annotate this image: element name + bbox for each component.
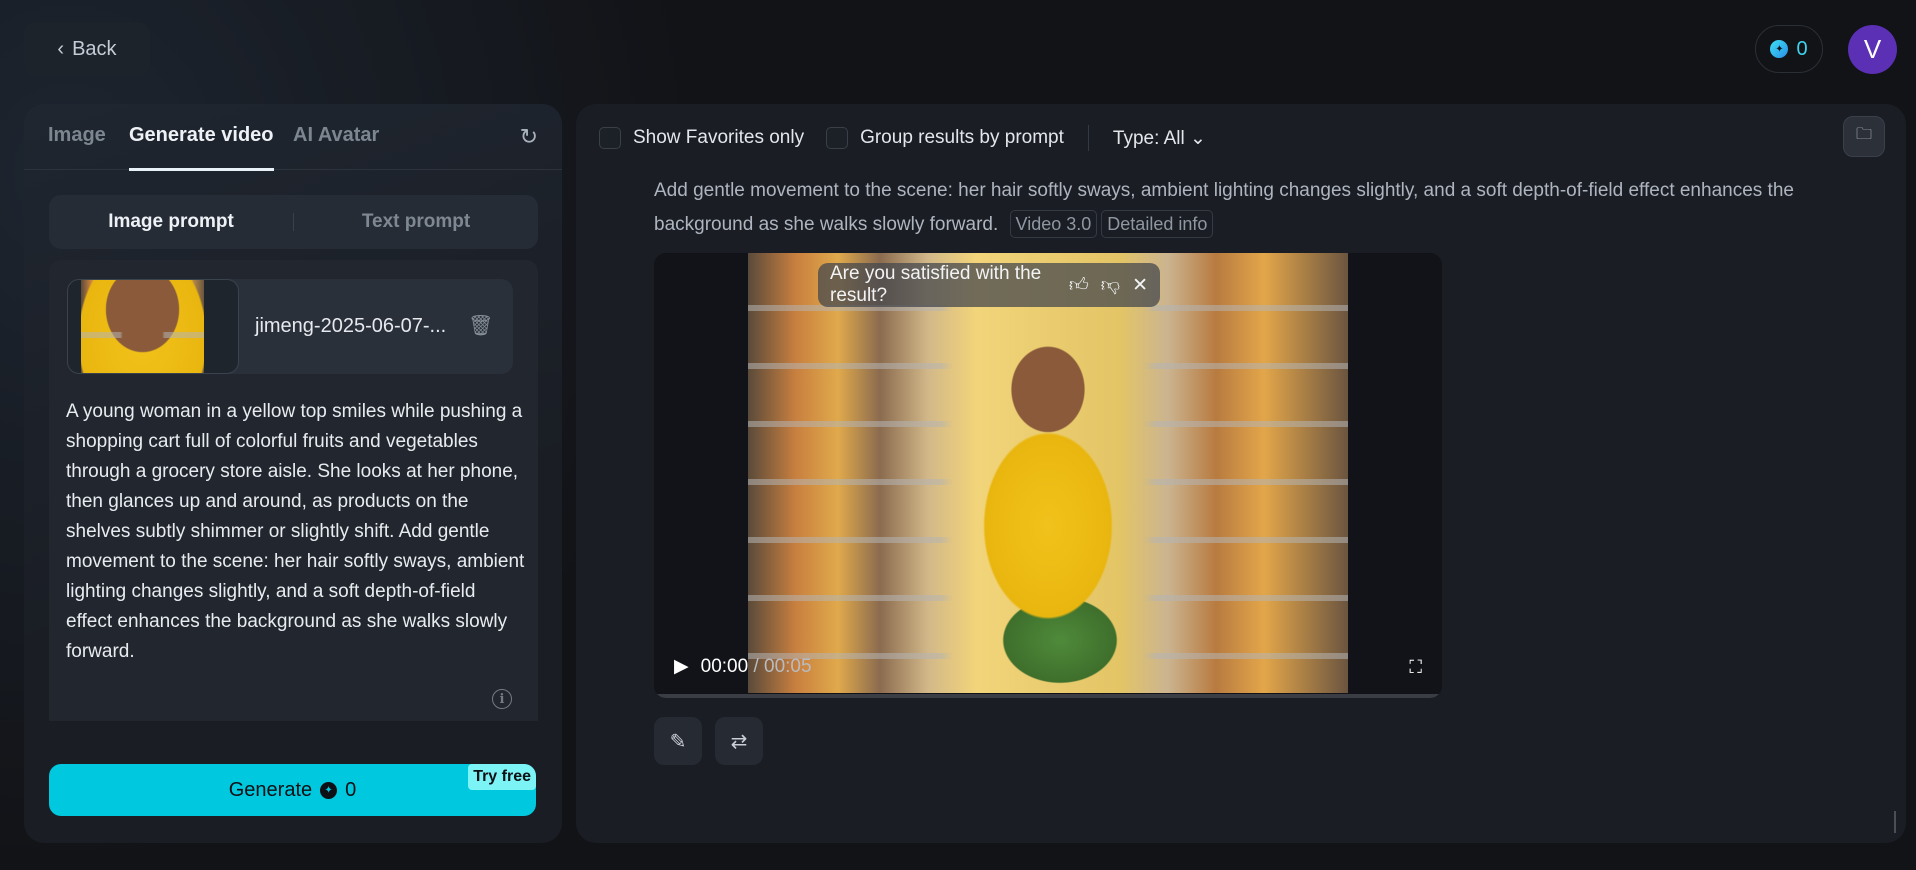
tab-generate-video[interactable]: Generate video [129, 124, 274, 171]
scrollbar[interactable] [1894, 811, 1896, 833]
prompt-mode-toggle: Image prompt Text prompt [49, 195, 538, 249]
prompt-textarea[interactable]: A young woman in a yellow top smiles whi… [66, 397, 526, 667]
file-name: jimeng-2025-06-07-... [255, 315, 447, 337]
info-icon[interactable]: i [492, 689, 512, 709]
video-player[interactable]: Are you satisfied with the result? 👍︎ 👎︎… [654, 253, 1442, 698]
trash-icon[interactable]: 🗑 [468, 313, 493, 338]
filter-bar: Show Favorites only Group results by pro… [599, 125, 1206, 151]
regenerate-button[interactable]: ⇄ [715, 717, 763, 765]
thumbs-down-icon[interactable]: 👎︎ [1101, 274, 1120, 297]
detailed-info-button[interactable]: Detailed info [1101, 210, 1214, 238]
close-icon[interactable]: ✕ [1132, 274, 1148, 297]
chevron-left-icon: ‹ [57, 37, 65, 60]
chevron-down-icon: ⌄ [1190, 127, 1206, 149]
progress-bar[interactable] [654, 694, 1442, 698]
show-favorites-checkbox[interactable] [599, 127, 621, 149]
repeat-icon: ⇄ [730, 730, 748, 753]
back-button[interactable]: ‹ Back [24, 22, 150, 76]
credit-icon: ✦ [1770, 40, 1789, 58]
current-time: 00:00 [700, 655, 749, 677]
group-results-label[interactable]: Group results by prompt [860, 127, 1064, 149]
video-controls: ▶ 00:00 / 00:05 [674, 655, 812, 678]
generation-panel: Image Generate video AI Avatar ↻ Image p… [24, 104, 562, 843]
tab-image[interactable]: Image [48, 124, 106, 147]
folder-button[interactable]: 🗀 [1843, 116, 1885, 157]
credits-badge[interactable]: ✦ 0 [1755, 25, 1823, 73]
uploaded-image: jimeng-2025-06-07-... 🗑 [67, 279, 513, 374]
image-prompt-option[interactable]: Image prompt [49, 211, 293, 233]
video-frame [748, 253, 1348, 693]
try-free-badge: Try free [468, 764, 536, 790]
results-panel: Show Favorites only Group results by pro… [576, 104, 1906, 843]
reset-icon[interactable]: ↻ [520, 124, 538, 150]
play-icon[interactable]: ▶ [674, 655, 689, 678]
model-tag: Video 3.0 [1009, 210, 1098, 238]
text-prompt-option[interactable]: Text prompt [294, 211, 538, 233]
total-time: / 00:05 [753, 655, 812, 677]
generate-button[interactable]: Generate ✦ 0 Try free [49, 764, 536, 816]
mode-tabs: Image Generate video AI Avatar ↻ [24, 104, 562, 171]
edit-button[interactable]: ✎ [654, 717, 702, 765]
thumbs-up-icon[interactable]: 👍︎ [1069, 274, 1089, 297]
result-prompt: Add gentle movement to the scene: her ha… [654, 174, 1834, 242]
avatar[interactable]: V [1848, 25, 1897, 74]
satisfaction-survey: Are you satisfied with the result? 👍︎ 👎︎… [818, 263, 1160, 307]
folder-icon: 🗀 [1855, 126, 1872, 143]
divider [1087, 125, 1089, 151]
image-thumbnail[interactable] [67, 279, 239, 374]
pencil-icon: ✎ [669, 730, 687, 753]
tab-ai-avatar[interactable]: AI Avatar [293, 124, 379, 147]
prompt-card: jimeng-2025-06-07-... 🗑 A young woman in… [49, 260, 538, 721]
show-favorites-label[interactable]: Show Favorites only [633, 127, 804, 149]
group-results-checkbox[interactable] [826, 127, 849, 149]
type-filter-dropdown[interactable]: Type: All ⌄ [1113, 127, 1206, 150]
credit-icon: ✦ [320, 781, 338, 799]
fullscreen-icon[interactable]: ⛶ [1409, 657, 1422, 678]
